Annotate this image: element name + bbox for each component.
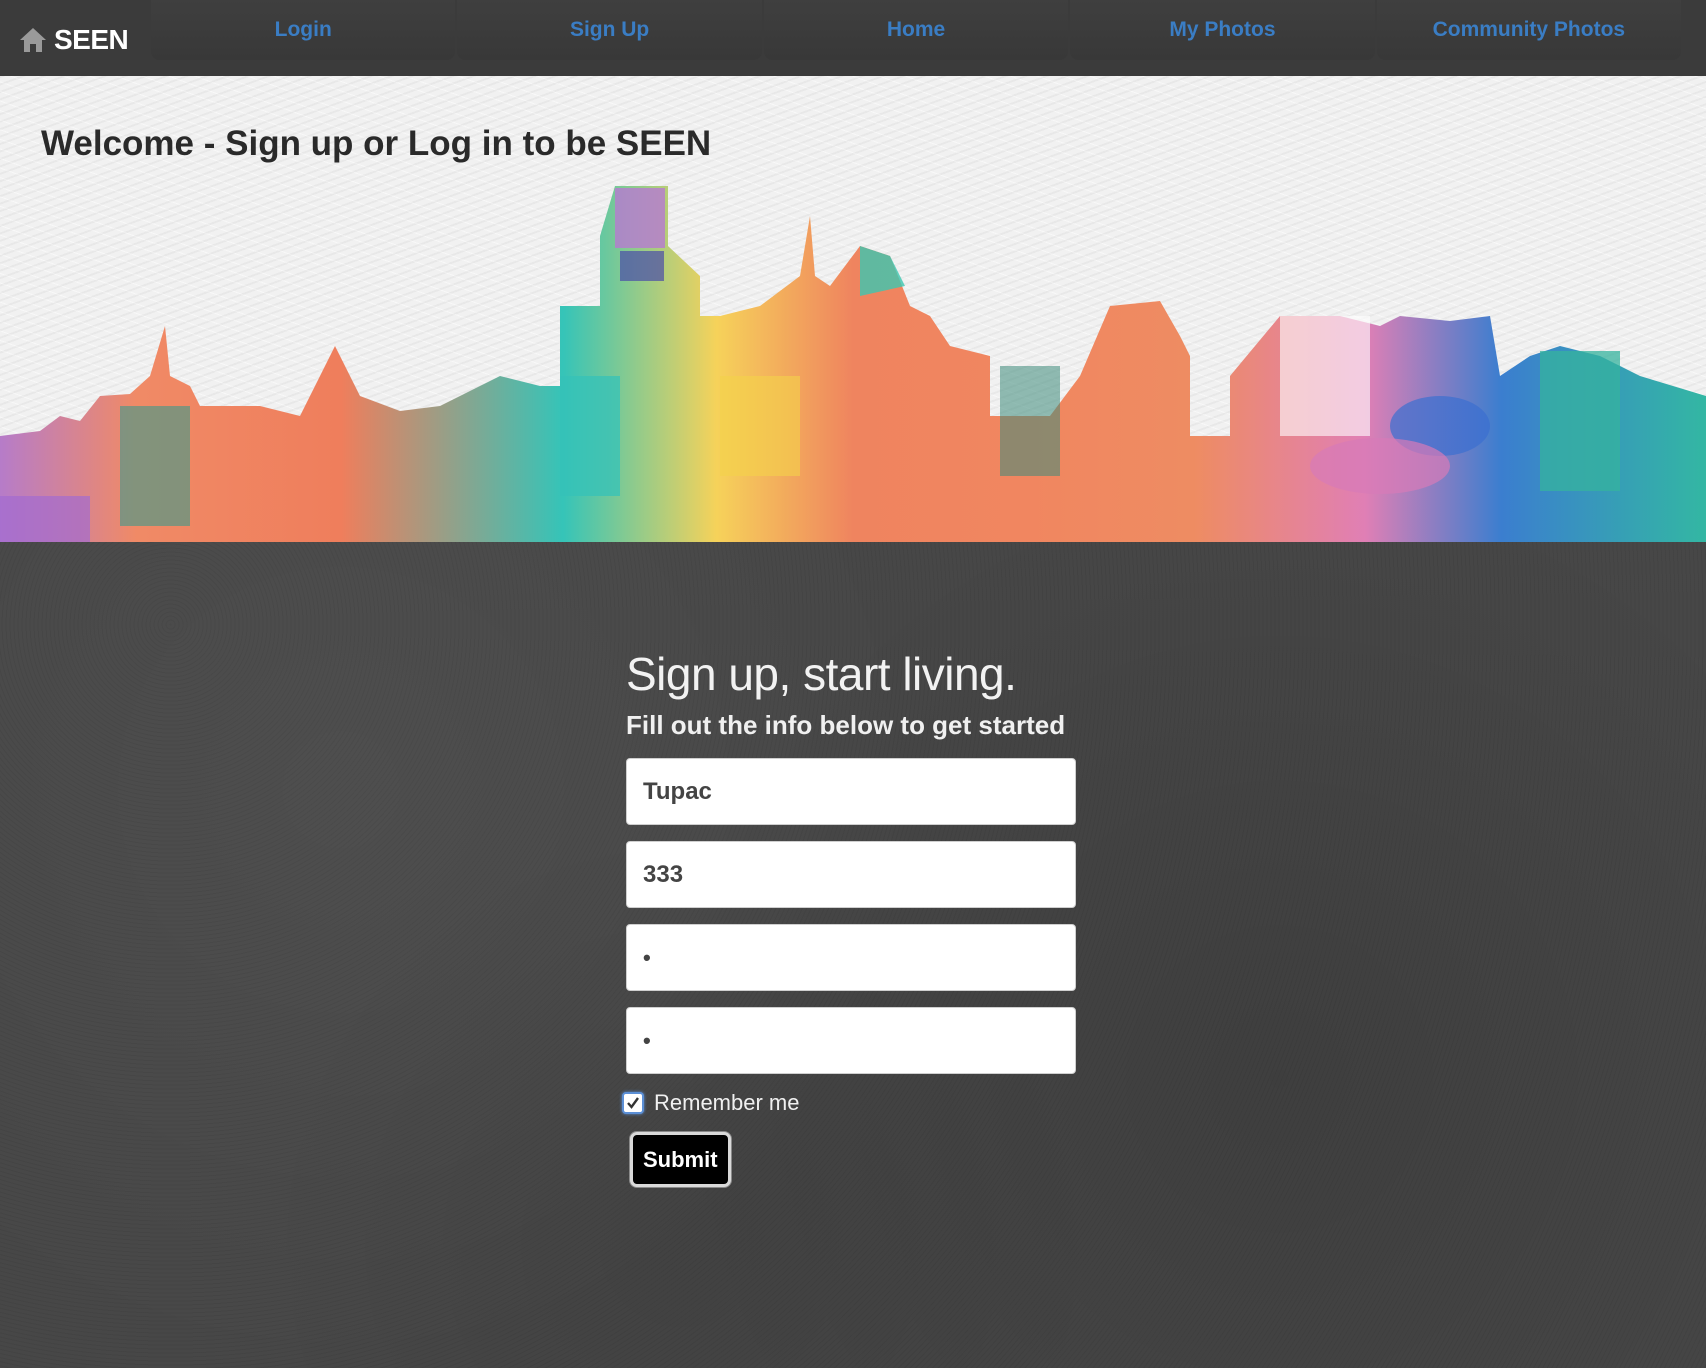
nav-item-my-photos[interactable]: My Photos (1070, 0, 1375, 60)
checkmark-icon (627, 1097, 639, 1109)
hero-banner: Welcome - Sign up or Log in to be SEEN (0, 76, 1706, 542)
name-field[interactable] (626, 758, 1076, 825)
brand-name: SEEN (54, 24, 129, 55)
top-navbar: SEEN Login Sign Up Home My Photos Commun… (0, 0, 1706, 77)
form-subheading: Fill out the info below to get started (626, 710, 1066, 740)
remember-me-checkbox[interactable] (622, 1092, 644, 1114)
signup-form: Sign up, start living. Fill out the info… (622, 646, 1076, 1187)
password-field[interactable] (626, 924, 1076, 991)
number-field[interactable] (626, 841, 1076, 908)
confirm-password-field[interactable] (626, 1007, 1076, 1074)
nav-item-sign-up[interactable]: Sign Up (457, 0, 762, 60)
remember-me-label: Remember me (654, 1090, 800, 1115)
brand-link[interactable]: SEEN (18, 20, 129, 60)
form-heading: Sign up, start living. (626, 648, 1017, 700)
nav-item-login[interactable]: Login (151, 0, 456, 60)
nav-item-community-photos[interactable]: Community Photos (1376, 0, 1682, 60)
nav-menu: Login Sign Up Home My Photos Community P… (150, 0, 1682, 60)
remember-me-row[interactable]: Remember me (622, 1090, 1076, 1116)
home-icon (18, 25, 48, 55)
nav-item-home[interactable]: Home (763, 0, 1069, 60)
submit-button[interactable]: Submit (630, 1132, 731, 1187)
page-title: Welcome - Sign up or Log in to be SEEN (41, 124, 712, 163)
main-content: Sign up, start living. Fill out the info… (0, 542, 1706, 1368)
